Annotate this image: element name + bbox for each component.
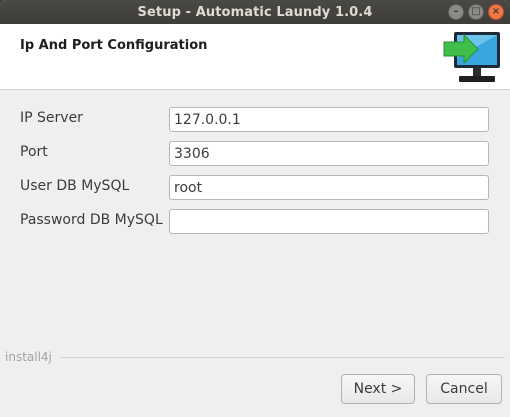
port-row: Port [0, 141, 510, 167]
user-db-label: User DB MySQL [20, 178, 130, 194]
user-db-row: User DB MySQL [0, 175, 510, 201]
close-button[interactable]: × [488, 4, 504, 20]
window-title: Setup - Automatic Laundy 1.0.4 [137, 4, 373, 20]
next-button[interactable]: Next > [341, 374, 415, 404]
port-input[interactable] [169, 141, 489, 166]
ip-server-label: IP Server [20, 110, 83, 126]
brand-divider [59, 356, 505, 358]
monitor-arrow-icon [443, 32, 500, 82]
ip-server-row: IP Server [0, 107, 510, 133]
port-label: Port [20, 144, 48, 160]
brand-line: install4j [5, 349, 505, 365]
page-title: Ip And Port Configuration [20, 38, 208, 53]
window-controls: – □ × [448, 4, 504, 20]
setup-window: Setup - Automatic Laundy 1.0.4 – □ × Ip … [0, 0, 510, 417]
minimize-button[interactable]: – [448, 4, 464, 20]
password-db-label: Password DB MySQL [20, 212, 163, 228]
title-bar[interactable]: Setup - Automatic Laundy 1.0.4 – □ × [0, 0, 510, 24]
ip-server-input[interactable] [169, 107, 489, 132]
user-db-input[interactable] [169, 175, 489, 200]
password-db-row: Password DB MySQL [0, 209, 510, 235]
password-db-input[interactable] [169, 209, 489, 234]
cancel-button[interactable]: Cancel [426, 374, 502, 404]
installer-brand: install4j [5, 350, 52, 364]
wizard-header: Ip And Port Configuration [0, 24, 510, 90]
maximize-button[interactable]: □ [468, 4, 484, 20]
